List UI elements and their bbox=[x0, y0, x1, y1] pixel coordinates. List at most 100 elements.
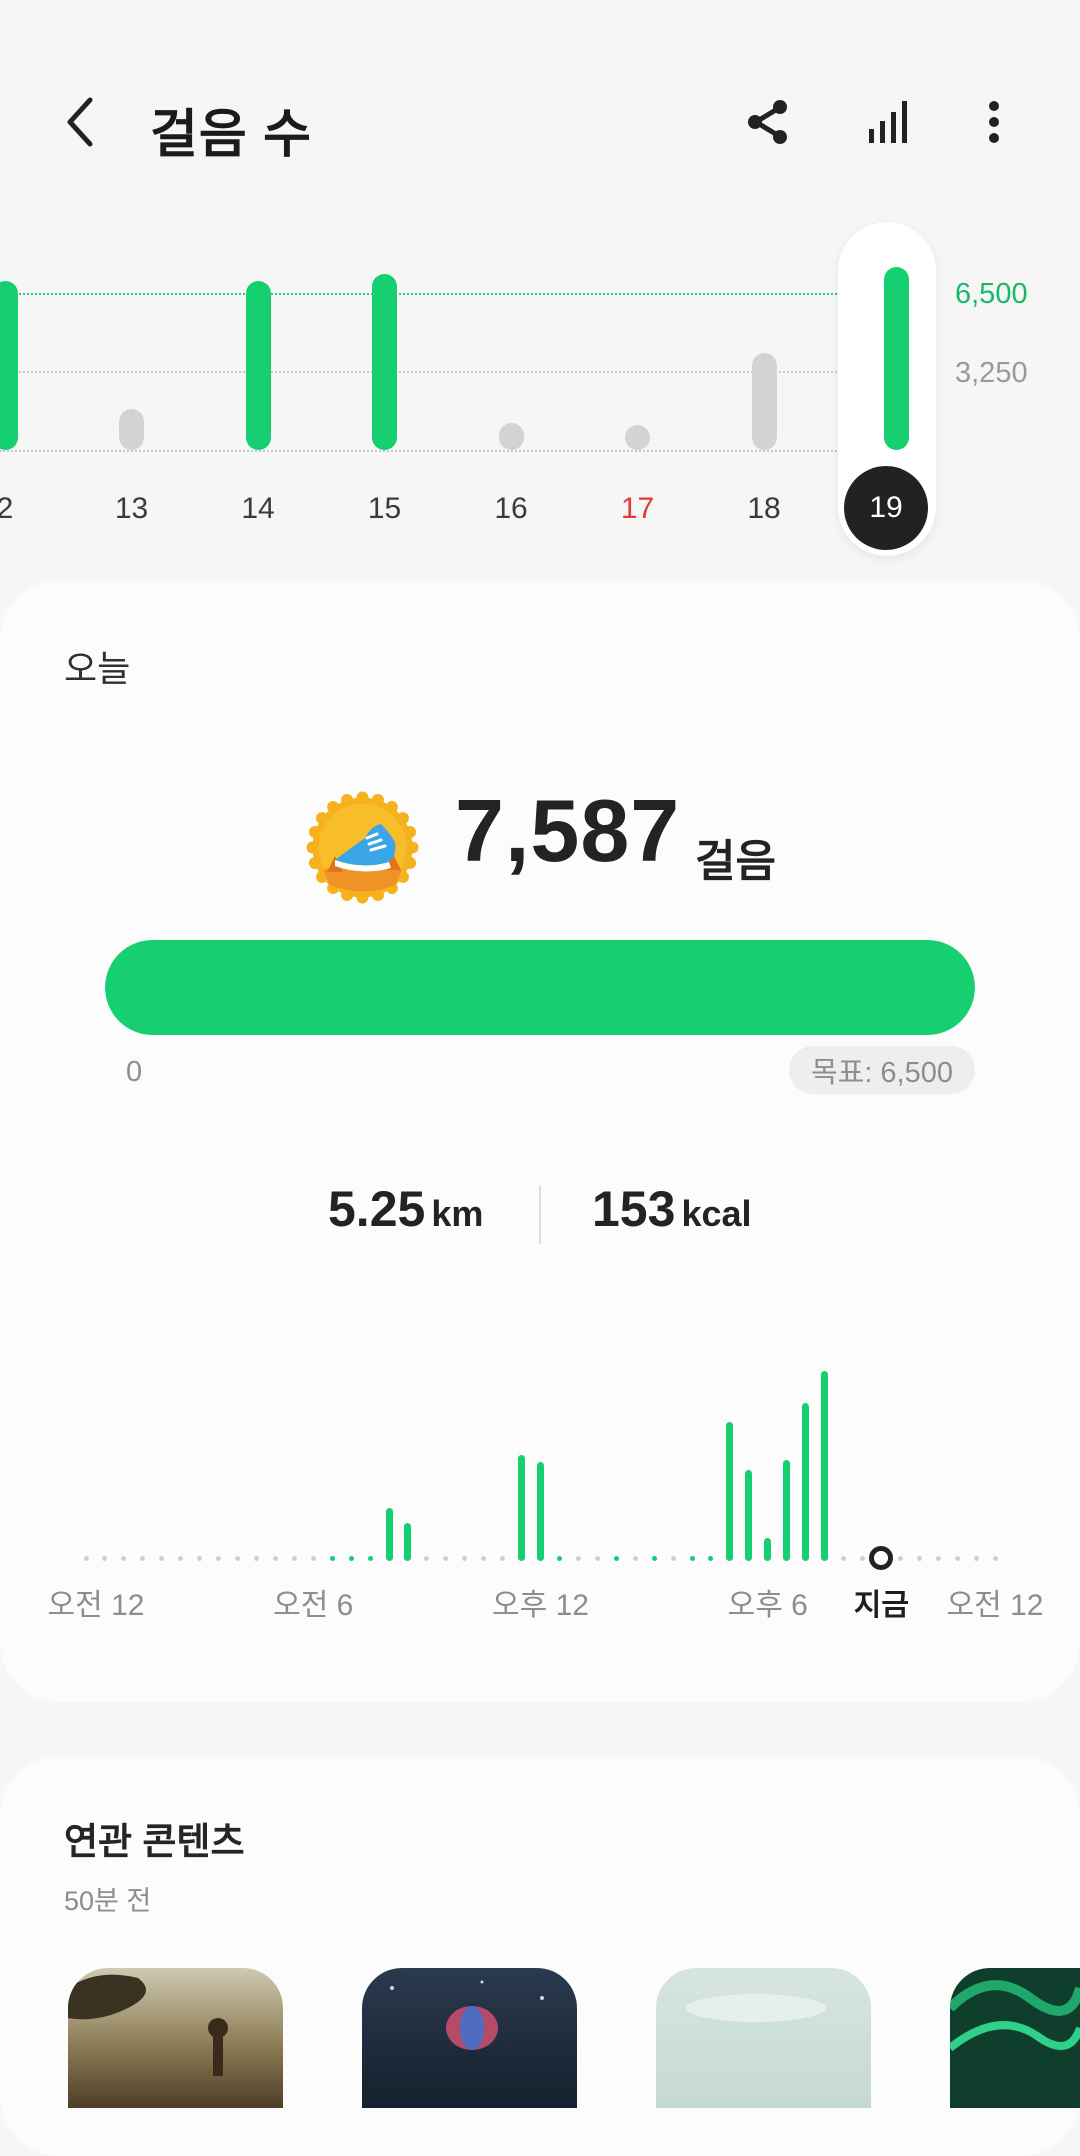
day-bar-18[interactable] bbox=[751, 353, 777, 450]
hour-dot bbox=[310, 1555, 316, 1561]
day-label-15[interactable]: 15 bbox=[345, 492, 425, 526]
goal-gridline bbox=[0, 293, 840, 295]
hour-dot bbox=[556, 1555, 562, 1561]
hour-dot bbox=[897, 1555, 903, 1561]
y-label-goal: 6,500 bbox=[955, 278, 1028, 310]
related-thumbnail-1[interactable] bbox=[68, 1968, 283, 2108]
day-label-2[interactable]: 2 bbox=[0, 492, 45, 526]
hour-bar bbox=[537, 1462, 544, 1561]
hour-dot bbox=[235, 1555, 240, 1561]
today-card: 오늘 7,587 걸음 0 목표: 6,500 5.25 km 153 kcal 오… bbox=[0, 580, 1080, 1702]
hour-dot bbox=[708, 1555, 714, 1561]
day-label-18[interactable]: 18 bbox=[724, 492, 804, 526]
hour-dot bbox=[500, 1555, 506, 1561]
related-title: 연관 콘텐츠 bbox=[64, 1821, 245, 1862]
hour-dot bbox=[291, 1555, 297, 1561]
hour-dot bbox=[121, 1555, 127, 1561]
time-axis-label: 오전 12 bbox=[47, 1589, 145, 1622]
time-axis-label: 오전 6 bbox=[273, 1589, 354, 1622]
hour-dot bbox=[689, 1555, 695, 1561]
hour-dot bbox=[178, 1555, 184, 1561]
sunset-tree-photo bbox=[68, 1974, 228, 2076]
hour-dot bbox=[159, 1555, 165, 1561]
hour-dot bbox=[632, 1555, 638, 1561]
hour-dot bbox=[83, 1555, 89, 1561]
day-bar-2[interactable] bbox=[0, 280, 18, 450]
bar-chart-icon bbox=[869, 101, 907, 143]
hour-dot bbox=[935, 1555, 941, 1561]
day-label-16[interactable]: 16 bbox=[471, 492, 551, 526]
related-thumbnail-4[interactable] bbox=[950, 1968, 1080, 2108]
more-vertical-icon bbox=[989, 101, 999, 143]
day-label-17[interactable]: 17 bbox=[598, 492, 678, 526]
hour-dot bbox=[216, 1555, 222, 1561]
now-time-label: 지금 bbox=[853, 1589, 909, 1622]
green-swirl-photo bbox=[950, 1980, 1080, 2052]
hour-dot bbox=[140, 1555, 146, 1561]
half-gridline bbox=[0, 371, 840, 373]
hour-dot bbox=[613, 1555, 619, 1561]
related-subtitle: 50분 전 bbox=[64, 1886, 152, 1916]
hourly-steps-chart[interactable]: 오전 12 오전 6 오후 12 오후 6 지금 오전 12 bbox=[0, 580, 1080, 1702]
hour-dot bbox=[594, 1555, 600, 1561]
related-thumbnail-3[interactable] bbox=[656, 1968, 871, 2108]
trends-button[interactable] bbox=[850, 82, 930, 162]
time-axis-label: 오후 6 bbox=[727, 1589, 808, 1622]
hour-dot bbox=[272, 1555, 278, 1561]
back-button[interactable] bbox=[40, 82, 120, 162]
chevron-left-icon bbox=[67, 97, 93, 147]
day-label-14[interactable]: 14 bbox=[218, 492, 298, 526]
day-label-13[interactable]: 13 bbox=[92, 492, 172, 526]
day-bar-13[interactable] bbox=[119, 408, 144, 450]
hour-dot bbox=[462, 1555, 468, 1561]
page-title: 걸음 수 bbox=[150, 106, 312, 164]
hour-bar bbox=[404, 1523, 412, 1561]
pale-sky-photo bbox=[686, 1994, 826, 2022]
daily-steps-chart[interactable]: 6,500 3,250 2 13 14 15 16 17 18 19 bbox=[0, 200, 1080, 570]
y-label-half: 3,250 bbox=[955, 357, 1028, 389]
day-bar-19[interactable] bbox=[884, 266, 909, 450]
hour-dot bbox=[916, 1555, 922, 1561]
hour-dot bbox=[253, 1555, 259, 1561]
hour-dot bbox=[367, 1555, 373, 1561]
hour-dot bbox=[197, 1555, 203, 1561]
share-button[interactable] bbox=[728, 82, 808, 162]
share-icon bbox=[748, 100, 787, 144]
hour-dot bbox=[859, 1555, 865, 1561]
night-sky-balloon-photo bbox=[390, 1980, 544, 2050]
day-bar-14[interactable] bbox=[245, 280, 271, 450]
related-content-card: 연관 콘텐츠 50분 전 bbox=[0, 1756, 1080, 2156]
zero-gridline bbox=[0, 450, 840, 452]
app-bar: 걸음 수 bbox=[0, 60, 1080, 195]
hour-dot bbox=[329, 1555, 335, 1561]
hour-bar bbox=[821, 1371, 829, 1561]
hour-bar bbox=[802, 1403, 810, 1561]
hour-dot bbox=[575, 1555, 581, 1561]
hour-bar bbox=[385, 1507, 393, 1561]
day-bar-16[interactable] bbox=[498, 423, 524, 450]
hour-dot bbox=[424, 1555, 430, 1561]
day-bar-15[interactable] bbox=[372, 273, 397, 450]
hour-dot bbox=[348, 1555, 354, 1561]
hour-bar bbox=[726, 1422, 734, 1561]
hour-dot bbox=[443, 1555, 449, 1561]
hour-bar bbox=[764, 1538, 772, 1561]
hour-dot bbox=[102, 1555, 108, 1561]
hour-dot bbox=[973, 1555, 979, 1561]
related-thumbnail-2[interactable] bbox=[362, 1968, 577, 2108]
hour-dot bbox=[954, 1555, 960, 1561]
time-axis-label: 오전 12 bbox=[946, 1589, 1044, 1622]
day-label-19[interactable]: 19 bbox=[844, 466, 928, 550]
hour-dot bbox=[992, 1555, 998, 1561]
hour-bar bbox=[783, 1460, 791, 1561]
hour-dot bbox=[651, 1555, 657, 1561]
hour-bar bbox=[745, 1469, 753, 1561]
current-time-marker bbox=[869, 1546, 894, 1570]
hour-dot bbox=[670, 1555, 676, 1561]
more-button[interactable] bbox=[954, 82, 1034, 162]
hour-bar bbox=[518, 1454, 526, 1561]
time-axis-label: 오후 12 bbox=[492, 1589, 589, 1622]
hour-dot bbox=[481, 1555, 487, 1561]
day-bar-17[interactable] bbox=[625, 425, 650, 450]
hour-dot bbox=[841, 1555, 846, 1561]
